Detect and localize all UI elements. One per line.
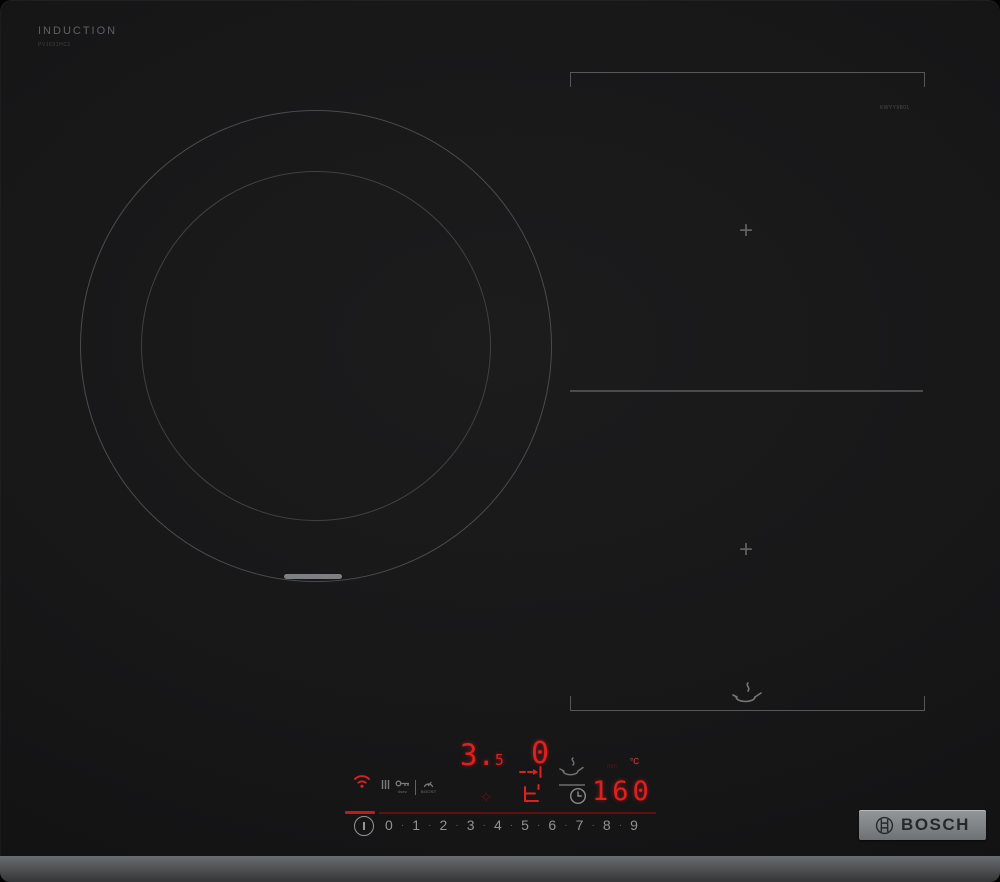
power-level-separator: ·: [537, 819, 541, 831]
power-button[interactable]: [354, 816, 374, 836]
wipe-protection-key[interactable]: 4sec: [395, 779, 410, 794]
boost-label: BOOST: [421, 789, 437, 794]
power-level-separator: ·: [618, 819, 623, 831]
bosch-badge: BOSCH: [859, 810, 986, 840]
frying-sensor-key[interactable]: [556, 756, 586, 782]
frying-sensor-pan-icon: [728, 680, 764, 708]
temperature-display: 160: [592, 776, 653, 807]
model-code: PVJ631HC1: [38, 42, 71, 48]
wipe-protection-hold-label: 4sec: [397, 789, 408, 794]
power-level-1[interactable]: 1: [412, 817, 420, 833]
left-zone-position-mark: [284, 574, 342, 579]
power-level-separator: ·: [564, 819, 568, 831]
power-level-separator: ·: [428, 819, 432, 831]
power-level-separator: ·: [455, 819, 459, 831]
front-edge-trim: [0, 856, 1000, 882]
move-pan-indicator-icon: [517, 765, 545, 807]
power-level-9[interactable]: 9: [630, 817, 638, 833]
power-level-7[interactable]: 7: [576, 817, 584, 833]
home-connect-wifi-key[interactable]: [352, 773, 372, 789]
flex-zone-bottom-plus-mark: +: [738, 536, 753, 563]
power-level-separator: ·: [591, 819, 595, 831]
function-keys-group: 4sec BOOST: [381, 779, 437, 795]
power-level-8[interactable]: 8: [603, 817, 611, 833]
left-zone-inner-ring: [141, 171, 491, 521]
sparkle-icon: ✧: [479, 788, 494, 807]
power-slider-line: [379, 812, 656, 814]
bosch-emblem-icon: [875, 816, 894, 835]
boost-key[interactable]: BOOST: [421, 779, 437, 794]
etched-code: KWYY9B01: [880, 105, 910, 111]
left-zone-level-display: 3.5: [460, 738, 504, 772]
frying-sensor-underline: [559, 784, 585, 786]
induction-hob: INDUCTION PVJ631HC1 KWYY9B01 + + 4sec BO…: [0, 0, 1000, 882]
timer-key[interactable]: [569, 787, 587, 805]
power-level-5[interactable]: 5: [521, 817, 529, 833]
power-level-4[interactable]: 4: [494, 817, 502, 833]
power-level-separator: ·: [482, 819, 486, 831]
power-level-separator: ·: [509, 819, 514, 831]
function-keys-divider: [415, 780, 416, 795]
power-level-separator: ·: [400, 819, 405, 831]
power-level-2[interactable]: 2: [439, 817, 447, 833]
flex-zone-top-plus-mark: +: [738, 217, 753, 244]
active-indicator-bar: [345, 811, 375, 814]
flex-zone-top-bracket: [570, 72, 925, 87]
flex-zone-divider-line: [570, 390, 923, 392]
temp-unit-label: °C: [630, 757, 639, 766]
pause-key[interactable]: [381, 779, 390, 790]
power-level-row[interactable]: 0 · 1 · 2 · 3 · 4 · 5 · 6 · 7 · 8 · 9: [385, 817, 638, 833]
power-level-3[interactable]: 3: [467, 817, 475, 833]
power-level-0[interactable]: 0: [385, 817, 393, 833]
induction-label: INDUCTION: [38, 25, 118, 37]
timer-unit-label: min: [607, 764, 617, 770]
bosch-wordmark: BOSCH: [901, 815, 970, 834]
power-level-6[interactable]: 6: [548, 817, 556, 833]
